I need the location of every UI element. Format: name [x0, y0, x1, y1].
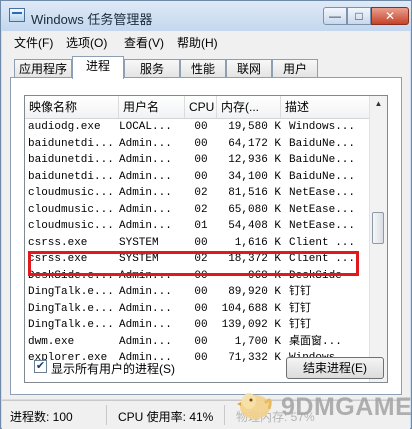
scrollbar-thumb[interactable]: [372, 212, 384, 244]
minimize-button[interactable]: —: [323, 7, 347, 25]
task-manager-icon: [9, 8, 25, 22]
process-count: 进程数: 100: [10, 410, 73, 424]
column-cpu[interactable]: CPU: [185, 96, 217, 118]
table-row[interactable]: DingTalk.e... Admin... 00 104,688 K 钉钉: [25, 301, 369, 318]
task-manager-window: Windows 任务管理器 — □ ✕ 文件(F) 选项(O) 查看(V) 帮助…: [0, 0, 412, 429]
main-area: 应用程序 进程 服务 性能 联网 用户 映像名称 用户名 CPU 内存(... …: [2, 51, 410, 399]
menu-options[interactable]: 选项(O): [66, 34, 107, 51]
table-row[interactable]: dwm.exe Admin... 00 1,700 K 桌面窗...: [25, 334, 369, 351]
tab-networking[interactable]: 联网: [226, 59, 272, 78]
status-divider: [224, 405, 225, 425]
cpu-usage: CPU 使用率: 41%: [118, 410, 214, 424]
highlight-box: [28, 251, 359, 276]
tab-services[interactable]: 服务: [124, 59, 180, 78]
process-rows: audiodg.exe LOCAL... 00 19,580 K Windows... …: [25, 119, 369, 367]
column-user-name[interactable]: 用户名: [119, 96, 185, 118]
process-list[interactable]: 映像名称 用户名 CPU 内存(... 描述 audiodg.exe LOCAL.…: [24, 95, 388, 383]
menu-bar: 文件(F) 选项(O) 查看(V) 帮助(H): [2, 31, 410, 51]
menu-view[interactable]: 查看(V): [124, 34, 164, 51]
table-row[interactable]: baidunetdi... Admin... 00 34,100 K BaiduNe..…: [25, 169, 369, 186]
show-all-users-label[interactable]: 显示所有用户的进程(S): [51, 360, 175, 377]
menu-help[interactable]: 帮助(H): [177, 34, 218, 51]
tab-processes[interactable]: 进程: [72, 56, 124, 79]
menu-file[interactable]: 文件(F): [14, 34, 53, 51]
watermark-bird-icon: [237, 393, 272, 419]
tab-users[interactable]: 用户: [272, 59, 318, 78]
title-bar[interactable]: Windows 任务管理器 — □ ✕: [1, 1, 411, 31]
table-row[interactable]: baidunetdi... Admin... 00 64,172 K BaiduNe..…: [25, 136, 369, 153]
close-button[interactable]: ✕: [371, 7, 409, 25]
vertical-scrollbar[interactable]: ▲ ▼: [369, 96, 387, 382]
maximize-button[interactable]: □: [347, 7, 371, 25]
table-row[interactable]: audiodg.exe LOCAL... 00 19,580 K Windows...: [25, 119, 369, 136]
tab-performance[interactable]: 性能: [180, 59, 226, 78]
end-process-button[interactable]: 结束进程(E): [286, 357, 384, 379]
table-row[interactable]: DingTalk.e... Admin... 00 139,092 K 钉钉: [25, 317, 369, 334]
list-header: 映像名称 用户名 CPU 内存(... 描述: [25, 96, 369, 119]
column-image-name[interactable]: 映像名称: [25, 96, 119, 118]
tab-applications[interactable]: 应用程序: [14, 59, 72, 78]
scroll-up-icon[interactable]: ▲: [371, 96, 386, 112]
status-divider: [106, 405, 107, 425]
watermark-text: 9DMGAME: [281, 393, 412, 421]
table-row[interactable]: cloudmusic... Admin... 02 81,516 K NetEase..…: [25, 185, 369, 202]
watermark: 9DMGAME: [235, 383, 412, 425]
window-title: Windows 任务管理器: [31, 12, 153, 27]
column-description[interactable]: 描述: [281, 96, 369, 118]
show-all-users-checkbox[interactable]: ✔: [34, 360, 47, 373]
table-row[interactable]: csrss.exe SYSTEM 00 1,616 K Client ...: [25, 235, 369, 252]
table-row[interactable]: cloudmusic... Admin... 02 65,080 K NetEase..…: [25, 202, 369, 219]
column-memory[interactable]: 内存(...: [217, 96, 281, 118]
table-row[interactable]: cloudmusic... Admin... 01 54,408 K NetEase..…: [25, 218, 369, 235]
table-row[interactable]: baidunetdi... Admin... 00 12,936 K BaiduNe..…: [25, 152, 369, 169]
table-row[interactable]: DingTalk.e... Admin... 00 89,920 K 钉钉: [25, 284, 369, 301]
